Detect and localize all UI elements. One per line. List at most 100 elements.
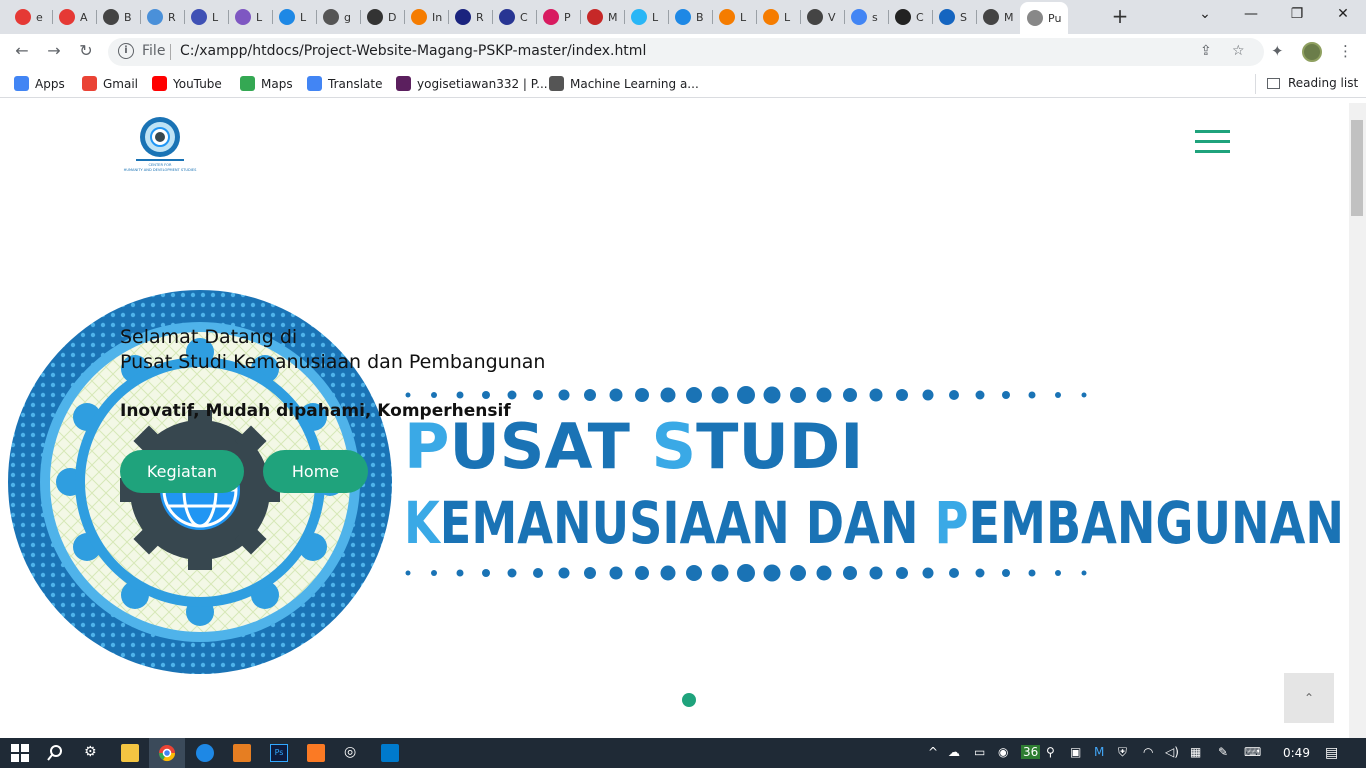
browser-tab[interactable]: g <box>316 4 360 30</box>
maps-pin-icon <box>240 76 255 91</box>
xampp-icon[interactable] <box>307 744 325 762</box>
bookmark-item[interactable]: Machine Learning a... <box>549 76 699 91</box>
app-icon[interactable]: ◎ <box>344 744 362 762</box>
browser-tab[interactable]: L <box>712 4 756 30</box>
browser-tab[interactable]: s <box>844 4 888 30</box>
bookmark-item[interactable]: Translate <box>307 76 383 91</box>
hero-tagline: Inovatif, Mudah dipahami, Komperhensif <box>120 401 511 421</box>
pskp-logo[interactable]: CENTER FOR HUMANITY AND DEVELOPMENT STUD… <box>118 115 202 175</box>
restore-button[interactable]: ❐ <box>1286 6 1308 24</box>
browser-tab[interactable]: L <box>228 4 272 30</box>
browser-tab[interactable]: C <box>888 4 932 30</box>
forward-icon[interactable]: → <box>42 41 66 63</box>
banner-k: K <box>404 489 441 557</box>
bookmark-item[interactable]: Maps <box>240 76 293 91</box>
chrome-icon[interactable] <box>158 744 176 762</box>
hamburger-menu-icon[interactable] <box>1195 130 1230 154</box>
extensions-icon[interactable]: ✦ <box>1271 42 1284 60</box>
close-window-button[interactable]: ✕ <box>1332 6 1354 24</box>
tray-chevron-icon[interactable]: ^ <box>928 745 938 759</box>
volume-icon[interactable]: ◁) <box>1165 745 1179 759</box>
tray-search-icon[interactable]: ⚲ <box>1046 745 1055 759</box>
page-icon <box>1027 10 1043 26</box>
navy-circle-icon <box>499 9 515 25</box>
security-icon[interactable]: ⛨ <box>1118 745 1127 760</box>
banner-dot <box>558 389 570 401</box>
browser-tab[interactable]: R <box>448 4 492 30</box>
tab-search-icon[interactable]: ⌄ <box>1194 6 1216 24</box>
banner-dot <box>584 567 596 579</box>
windows-start-icon[interactable] <box>11 744 29 762</box>
banner-dot <box>456 391 464 399</box>
battery-icon[interactable]: ▭ <box>974 745 985 759</box>
file-explorer-icon[interactable] <box>121 744 139 762</box>
browser-tab[interactable]: C <box>492 4 536 30</box>
onedrive-icon[interactable]: ☁ <box>948 745 960 759</box>
browser-tab[interactable]: L <box>756 4 800 30</box>
bookmark-item[interactable]: YouTube <box>152 76 222 91</box>
browser-tab[interactable]: P <box>536 4 580 30</box>
banner-dot <box>482 391 490 399</box>
vscode-icon[interactable] <box>381 744 399 762</box>
reload-icon[interactable]: ↻ <box>74 41 98 63</box>
carousel-indicator[interactable] <box>682 693 696 707</box>
minimize-button[interactable]: — <box>1240 6 1262 24</box>
address-bar[interactable]: i File C:/xampp/htdocs/Project-Website-M… <box>108 38 1264 66</box>
wifi-icon[interactable]: ◠ <box>1143 745 1153 759</box>
tray-app-icon[interactable]: ◉ <box>998 745 1008 759</box>
tab-title: L <box>212 10 219 24</box>
tab-title: M <box>1004 10 1014 24</box>
browser-tab[interactable]: L <box>184 4 228 30</box>
taskbar-clock[interactable]: 0:49 <box>1283 746 1310 760</box>
browser-tab[interactable]: L <box>624 4 668 30</box>
scrollbar-thumb[interactable] <box>1351 120 1363 216</box>
browser-tab[interactable]: B <box>668 4 712 30</box>
tray-image-icon[interactable]: ▦ <box>1190 745 1201 759</box>
edge-icon[interactable] <box>196 744 214 762</box>
bookmarks-divider <box>1255 74 1256 94</box>
tray-number[interactable]: 36 <box>1021 745 1041 759</box>
browser-tab[interactable]: S <box>932 4 976 30</box>
pen-icon[interactable]: ✎ <box>1218 745 1228 759</box>
browser-tab[interactable]: e <box>8 4 52 30</box>
browser-tab[interactable]: R <box>140 4 184 30</box>
new-tab-button[interactable]: + <box>1108 6 1132 28</box>
bookmark-item[interactable]: Gmail <box>82 76 138 91</box>
keyboard-icon[interactable]: ⌨ <box>1244 745 1261 759</box>
browser-tab[interactable]: D <box>360 4 404 30</box>
banner-dot <box>711 564 729 582</box>
bookmark-star-icon[interactable]: ☆ <box>1232 43 1245 59</box>
browser-tab[interactable]: Pu✕ <box>1020 2 1068 34</box>
kegiatan-button[interactable]: Kegiatan <box>120 450 244 493</box>
tab-title: L <box>740 10 747 24</box>
info-icon[interactable]: i <box>118 43 134 59</box>
profile-avatar[interactable] <box>1302 42 1322 62</box>
browser-tab[interactable]: V <box>800 4 844 30</box>
banner-dot <box>922 389 934 401</box>
banner-dot <box>949 568 959 578</box>
back-to-top-button[interactable]: ⌃ <box>1284 673 1334 723</box>
sublime-icon[interactable] <box>233 744 251 762</box>
task-view-icon[interactable]: ⚙ <box>84 744 102 762</box>
browser-tab[interactable]: A <box>52 4 96 30</box>
share-icon[interactable]: ⇪ <box>1200 43 1212 59</box>
tab-title: In <box>432 10 443 24</box>
home-button[interactable]: Home <box>263 450 368 493</box>
menu-kebab-icon[interactable]: ⋮ <box>1338 42 1353 60</box>
browser-tab[interactable]: L <box>272 4 316 30</box>
browser-tab[interactable]: In <box>404 4 448 30</box>
browser-tab[interactable]: B <box>96 4 140 30</box>
url-text[interactable]: C:/xampp/htdocs/Project-Website-Magang-P… <box>180 43 646 59</box>
search-icon[interactable] <box>46 744 64 762</box>
tray-monitor-icon[interactable]: ▣ <box>1070 745 1081 759</box>
notifications-icon[interactable]: ▤ <box>1325 745 1338 761</box>
bookmark-item[interactable]: yogisetiawan332 | P... <box>396 76 548 91</box>
orange-j-icon <box>719 9 735 25</box>
photoshop-icon[interactable]: Ps <box>270 744 288 762</box>
malwarebytes-icon[interactable]: M <box>1094 745 1104 759</box>
bookmark-item[interactable]: Apps <box>14 76 65 91</box>
reading-list-button[interactable]: Reading list <box>1267 76 1358 90</box>
browser-tab[interactable]: M <box>580 4 624 30</box>
back-icon[interactable]: ← <box>10 41 34 63</box>
browser-tab[interactable]: M <box>976 4 1020 30</box>
